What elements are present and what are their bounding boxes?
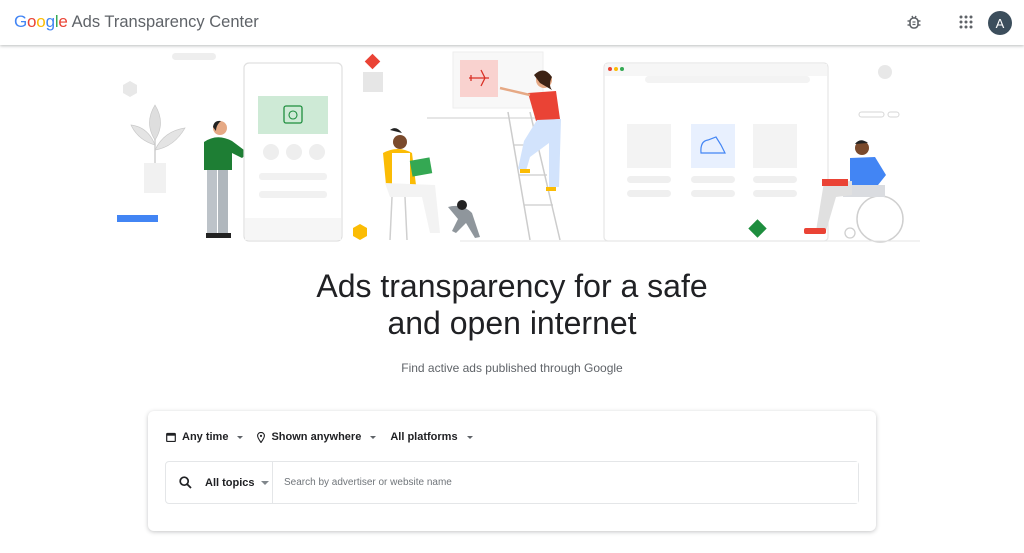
avatar-initial: A <box>995 15 1005 31</box>
chevron-down-icon <box>370 435 377 439</box>
headline-line-1: Ads transparency for a safe <box>316 268 708 304</box>
decor-gray-square <box>363 72 383 92</box>
plant-illustration <box>130 104 186 193</box>
chevron-down-icon <box>260 480 269 485</box>
decor-red-diamond <box>364 53 381 70</box>
search-row: All topics <box>165 461 859 504</box>
decor-hexagon-yellow <box>353 224 367 240</box>
report-bug-button[interactable] <box>902 10 926 34</box>
date-range-label: Any time <box>182 431 229 443</box>
browser-mockup <box>603 62 829 242</box>
hero-illustration <box>117 51 920 243</box>
brand-letter: G <box>14 12 28 31</box>
top-app-bar: Google Ads Transparency Center A <box>0 0 1024 45</box>
platform-label: All platforms <box>390 431 458 443</box>
chevron-down-icon <box>237 435 244 439</box>
account-avatar[interactable]: A <box>988 11 1012 35</box>
dog-illustration <box>448 200 480 238</box>
brand-letter: e <box>58 12 68 31</box>
location-filter[interactable]: Shown anywhere <box>257 431 377 443</box>
platform-filter[interactable]: All platforms <box>390 431 473 443</box>
google-apps-button[interactable] <box>954 10 978 34</box>
decor-gray-circle <box>878 65 892 79</box>
page-subtitle: Find active ads published through Google <box>401 361 623 375</box>
person-reading-book <box>383 128 440 241</box>
chevron-down-icon <box>466 435 473 439</box>
google-wordmark: Google <box>14 12 68 32</box>
app-title: Ads Transparency Center <box>71 13 259 31</box>
decor-pill <box>172 53 216 60</box>
topics-dropdown[interactable]: All topics <box>166 462 273 503</box>
brand-letter: o <box>36 12 46 31</box>
decor-pill <box>858 111 885 118</box>
filter-bar: Any time Shown anywhere All platforms <box>166 431 487 443</box>
decor-blue-bar <box>117 215 158 222</box>
brand-letter: g <box>45 12 55 31</box>
advertiser-search-input[interactable] <box>273 462 858 503</box>
date-range-filter[interactable]: Any time <box>166 431 244 443</box>
apps-grid-icon <box>959 15 973 29</box>
phone-mockup <box>243 62 343 242</box>
search-card: Any time Shown anywhere All platforms Al… <box>148 411 876 531</box>
calendar-icon <box>166 432 176 442</box>
page-headline: Ads transparency for a safe and open int… <box>0 268 1024 342</box>
location-label: Shown anywhere <box>271 431 362 443</box>
location-pin-icon <box>257 431 266 443</box>
decor-pill <box>887 111 900 118</box>
brand-letter: o <box>27 12 37 31</box>
topics-label: All topics <box>205 476 255 489</box>
search-icon <box>179 476 192 489</box>
headline-line-2: and open internet <box>387 305 637 341</box>
person-green-sweater <box>204 120 248 238</box>
bug-report-icon <box>907 15 921 29</box>
app-logo[interactable]: Google Ads Transparency Center <box>14 12 259 32</box>
decor-hexagon-gray <box>123 81 137 97</box>
